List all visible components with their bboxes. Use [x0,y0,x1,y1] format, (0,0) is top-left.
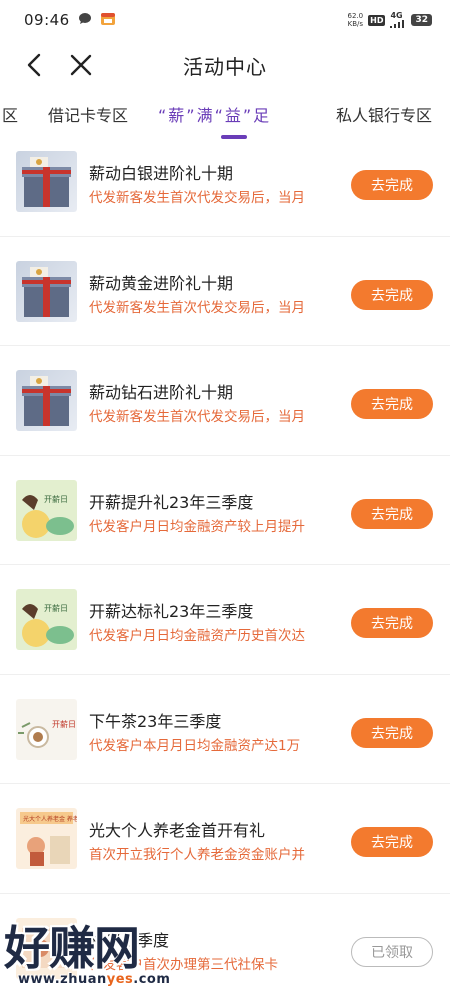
item-title: 薪动钻石进阶礼十期 [89,383,234,402]
complete-button[interactable]: 去完成 [351,717,433,748]
payday-thumbnail: 开薪日 [16,479,77,541]
afternoon-tea-thumbnail: 开薪日 下午茶 [16,698,77,760]
network-speed: 62.0 KB/s [347,12,364,28]
complete-button[interactable]: 去完成 [351,389,433,419]
item-description: 代发客户月日均金融资产较上月提升 [89,518,305,535]
complete-button[interactable]: 去完成 [351,170,433,200]
item-description: 代发新客发生首次代发交易后，当月 [89,190,305,206]
tab-salary-benefits[interactable]: “薪”满“益”足 [158,102,271,126]
status-time: 09:46 [24,11,70,29]
item-description: 代发客户月日均金融资产历史首次达 [89,628,305,644]
list-item[interactable]: 薪动钻石进阶礼十期 代发新客发生首次代发交易后，当月 去完成 [0,346,450,456]
back-arrow-icon[interactable] [22,52,48,78]
site-watermark: 好赚网 www.zhuanyes.com [0,912,200,1000]
tab-private-banking[interactable]: 私人银行专区 [336,102,432,126]
list-item[interactable]: 薪动白银进阶礼十期 代发新客发生首次代发交易后，当月 去完成 [0,127,450,237]
complete-button[interactable]: 去完成 [351,279,433,310]
svg-text:开薪日: 开薪日 [44,494,68,504]
complete-button[interactable]: 去完成 [351,827,433,857]
svg-text:开薪日: 开薪日 [44,603,68,613]
gift-box-thumbnail [16,260,77,322]
complete-button[interactable]: 去完成 [351,608,433,638]
list-item[interactable]: 光大个人养老金 养老有礼 光大个人养老金首开有礼 首次开立我行个人养老金资金账户… [0,784,450,894]
status-bar: 09:46 62.0 KB/s HD 4G 32 [0,0,450,40]
watermark-url: www.zhuanyes.com [18,972,171,987]
watermark-logo-text: 好赚网 [4,921,140,975]
item-description: 代发新客发生首次代发交易后，当月 [89,299,305,316]
list-item[interactable]: 开薪日 开薪提升礼23年三季度 代发客户月日均金融资产较上月提升 去完成 [0,456,450,565]
gift-box-thumbnail [16,370,77,431]
claimed-button[interactable]: 已领取 [351,936,433,967]
calendar-icon [100,11,116,30]
list-item[interactable]: 开薪日 开薪达标礼23年三季度 代发客户月日均金融资产历史首次达 去完成 [0,565,450,675]
item-title: 下午茶23年三季度 [89,711,222,731]
complete-button[interactable]: 去完成 [351,498,433,529]
item-description: 首次开立我行个人养老金资金账户并 [89,847,305,863]
item-title: 光大个人养老金首开有礼 [89,821,266,840]
svg-text:开薪日 下午茶: 开薪日 下午茶 [52,719,77,729]
item-title: 开薪提升礼23年三季度 [89,492,254,512]
list-item[interactable]: 薪动黄金进阶礼十期 代发新客发生首次代发交易后，当月 去完成 [0,237,450,346]
header: 活动中心 [0,40,450,90]
signal-icon: 4G [390,12,406,28]
chat-bubble-icon [78,12,92,29]
item-title: 薪动白银进阶礼十期 [89,164,234,183]
battery-icon: 32 [411,14,432,26]
close-icon[interactable] [68,52,94,78]
item-title: 开薪达标礼23年三季度 [89,602,254,621]
activity-list: 薪动白银进阶礼十期 代发新客发生首次代发交易后，当月 去完成 薪动黄金进阶礼十期… [0,127,450,1000]
list-item[interactable]: 开薪日 下午茶 下午茶23年三季度 代发客户本月月日均金融资产达1万 去完成 [0,675,450,784]
tab-partial[interactable]: 区 [2,102,18,126]
payday-thumbnail: 开薪日 [16,589,77,650]
item-description: 代发客户本月月日均金融资产达1万 [89,737,301,754]
hd-icon: HD [368,14,386,26]
tab-debit-card[interactable]: 借记卡专区 [48,102,128,126]
pension-thumbnail: 光大个人养老金 养老有礼 [16,808,77,869]
gift-box-thumbnail [16,151,77,212]
svg-text:光大个人养老金 养老有礼: 光大个人养老金 养老有礼 [23,815,77,823]
item-description: 代发新客发生首次代发交易后，当月 [89,409,305,425]
item-title: 薪动黄金进阶礼十期 [89,273,234,293]
